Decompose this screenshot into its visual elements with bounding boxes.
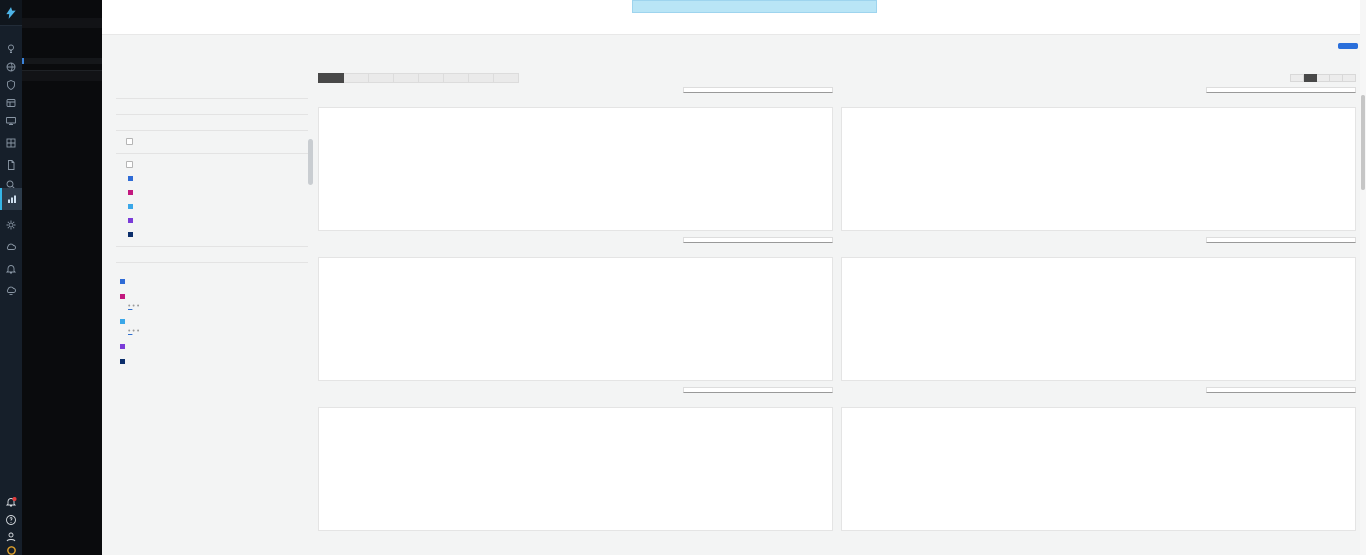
app-logo[interactable] — [0, 0, 22, 26]
new-flows-chart — [318, 387, 833, 531]
refresh-button[interactable] — [1338, 43, 1358, 49]
timeframe-3m[interactable] — [1343, 74, 1356, 82]
filter-section-sites — [116, 114, 308, 122]
path-color-swatch — [120, 344, 125, 349]
app-response-time-chart — [841, 237, 1356, 381]
path-group-internet-vpn[interactable] — [120, 291, 308, 300]
tabs-bar — [318, 73, 1356, 83]
scrollbar-thumb[interactable] — [1361, 95, 1365, 190]
path-group-direct-internet[interactable] — [120, 276, 308, 285]
dashboard-icon[interactable] — [0, 94, 22, 112]
path-group-standard-vpn[interactable] — [120, 356, 308, 365]
shield-icon[interactable] — [0, 76, 22, 94]
wan-item[interactable] — [128, 229, 308, 238]
path-color-swatch — [120, 359, 125, 364]
wan-color-swatch — [128, 190, 133, 195]
chart-plot[interactable] — [847, 124, 1350, 226]
chart-scope-select[interactable] — [683, 87, 833, 93]
timeframe-1m[interactable] — [1330, 74, 1343, 82]
concurrent-flows-chart — [841, 387, 1356, 531]
chart-plot[interactable] — [847, 274, 1350, 376]
tab-network[interactable] — [318, 73, 344, 83]
tab-system[interactable] — [444, 73, 469, 83]
wan-color-swatch — [128, 218, 133, 223]
tab-link-quality[interactable] — [369, 73, 394, 83]
document-icon[interactable] — [0, 156, 22, 174]
lightbulb-icon[interactable] — [0, 40, 22, 58]
path-color-swatch — [120, 319, 125, 324]
wan-item[interactable] — [128, 201, 308, 210]
path-filter-links — [128, 303, 308, 310]
filters-scrollbar[interactable] — [308, 139, 313, 185]
timeframe-1w[interactable] — [1317, 74, 1330, 82]
tab-flows[interactable] — [394, 73, 419, 83]
wan-item[interactable] — [128, 187, 308, 196]
table-icon[interactable] — [0, 134, 22, 152]
filter-section-wans — [116, 153, 308, 238]
cloud-icon[interactable] — [0, 238, 22, 256]
chart-scope-select[interactable] — [1206, 237, 1356, 243]
icon-rail — [0, 0, 22, 555]
filter-section-apps — [116, 98, 308, 106]
wan-item[interactable] — [128, 215, 308, 224]
path-group-direct-private-wan[interactable] — [120, 341, 308, 350]
charts-area — [314, 71, 1366, 555]
activity-chart-icon[interactable] — [0, 188, 22, 210]
monitor-icon[interactable] — [0, 112, 22, 130]
tab-aaa[interactable] — [494, 73, 519, 83]
chart-scope-select[interactable] — [683, 387, 833, 393]
filters-panel — [102, 71, 314, 555]
wan-color-swatch — [128, 204, 133, 209]
chart-plot[interactable] — [324, 424, 827, 526]
filter-section-circuits — [116, 246, 308, 254]
filter-section-devices — [116, 130, 308, 145]
brand-title — [22, 0, 102, 18]
maintenance-banner — [632, 0, 877, 13]
sidebar — [22, 0, 102, 555]
filter-section-paths — [116, 262, 308, 365]
path-color-swatch — [120, 279, 125, 284]
wan-color-swatch — [128, 176, 133, 181]
timeframe-1d[interactable] — [1304, 74, 1317, 82]
path-filter-links — [128, 328, 308, 335]
cloud-sync-icon[interactable] — [0, 282, 22, 300]
alerts-bell-icon[interactable] — [0, 493, 22, 511]
page-scrollbar[interactable] — [1360, 0, 1366, 555]
devices-checkbox[interactable] — [126, 138, 133, 145]
app-health-chart — [318, 237, 833, 381]
transaction-stats-chart — [841, 87, 1356, 231]
wans-checkbox[interactable] — [126, 161, 133, 168]
status-ring-icon[interactable] — [0, 541, 22, 559]
tab-cellular[interactable] — [469, 73, 494, 83]
chart-scope-select[interactable] — [683, 237, 833, 243]
chart-plot[interactable] — [324, 274, 827, 376]
help-icon[interactable] — [0, 511, 22, 529]
wan-color-swatch — [128, 232, 133, 237]
path-color-swatch — [120, 294, 125, 299]
bell-icon[interactable] — [0, 260, 22, 278]
chart-scope-select[interactable] — [1206, 387, 1356, 393]
chart-plot[interactable] — [324, 124, 827, 226]
chart-plot[interactable] — [847, 424, 1350, 526]
sidebar-section-monitor[interactable] — [22, 18, 102, 28]
bandwidth-utilization-chart — [318, 87, 833, 231]
site-link[interactable] — [137, 303, 139, 310]
gear-icon[interactable] — [0, 216, 22, 234]
tab-media[interactable] — [344, 73, 369, 83]
sidebar-item-activity[interactable] — [22, 58, 102, 64]
date-range-bar — [102, 35, 1366, 46]
timeframe-1h[interactable] — [1290, 74, 1304, 82]
tab-routing[interactable] — [419, 73, 444, 83]
chart-scope-select[interactable] — [1206, 87, 1356, 93]
path-group-private-wan-vpn[interactable] — [120, 316, 308, 325]
sidebar-section-reports[interactable] — [22, 70, 102, 81]
globe-icon[interactable] — [0, 58, 22, 76]
wan-item[interactable] — [128, 173, 308, 182]
site-link[interactable] — [137, 328, 139, 335]
